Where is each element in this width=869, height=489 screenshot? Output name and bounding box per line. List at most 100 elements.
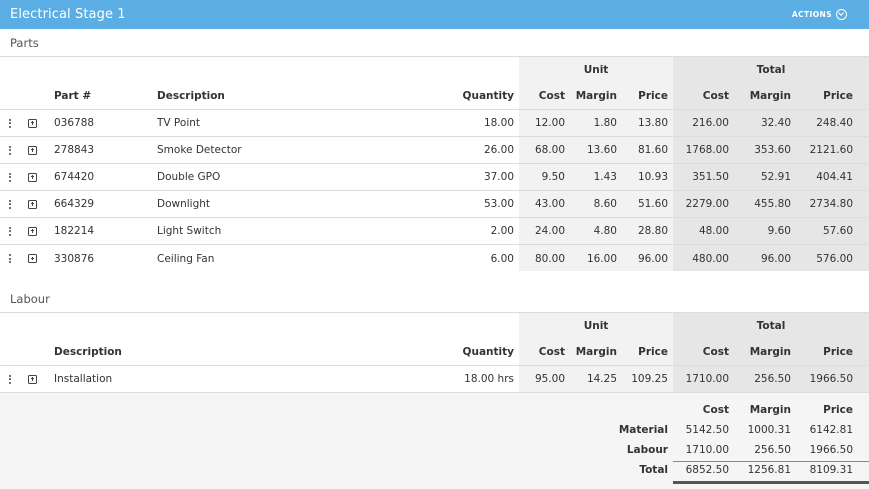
column-header-total-margin[interactable]: Margin [729, 339, 791, 365]
unit-margin-cell[interactable]: 8.60 [565, 191, 617, 217]
part-description: Double GPO [157, 171, 221, 183]
part-description: TV Point [157, 117, 201, 129]
row-menu-icon[interactable] [9, 366, 11, 392]
unit-cost-cell[interactable]: 24.00 [519, 218, 565, 244]
unit-margin-cell[interactable]: 1.80 [565, 110, 617, 136]
part-number: 182214 [54, 225, 95, 237]
column-header-description[interactable]: Description [157, 83, 225, 109]
row-menu-icon[interactable] [9, 164, 11, 190]
quantity-cell[interactable]: 2.00 [440, 218, 514, 244]
table-row[interactable]: 664329 Downlight 53.00 43.00 8.60 51.60 2279.0… [0, 191, 869, 218]
unit-price-cell: 96.00 [637, 252, 668, 265]
table-row[interactable]: 036788 TV Point 18.00 12.00 1.80 13.80 216.00 3… [0, 110, 869, 137]
quantity-cell[interactable]: 26.00 [440, 137, 514, 163]
summary-row-label: Total [639, 464, 668, 476]
summary-price-value: 1966.50 [809, 444, 853, 456]
unit-cost-cell[interactable]: 12.00 [519, 110, 565, 136]
quantity-cell[interactable]: 6.00 [440, 245, 514, 272]
labour-description: Installation [54, 373, 113, 385]
total-margin-cell: 32.40 [760, 117, 791, 129]
actions-label: ACTIONS [791, 10, 832, 19]
summary-header-price: Price [823, 404, 853, 416]
expand-row-icon[interactable] [28, 164, 37, 190]
unit-price-cell: 10.93 [637, 171, 668, 183]
unit-cost-cell[interactable]: 95.00 [519, 366, 565, 392]
unit-cost-cell[interactable]: 9.50 [519, 164, 565, 190]
column-header-unit-price[interactable]: Price [617, 339, 668, 365]
quantity-cell[interactable]: 37.00 [440, 164, 514, 190]
column-header-quantity[interactable]: Quantity [440, 83, 514, 109]
row-menu-icon[interactable] [9, 191, 11, 217]
total-margin-cell: 52.91 [760, 171, 791, 183]
part-description: Ceiling Fan [157, 252, 215, 265]
actions-button[interactable]: ACTIONS [792, 9, 847, 20]
column-header-total-cost[interactable]: Cost [673, 339, 729, 365]
total-margin-cell: 9.60 [767, 225, 791, 237]
unit-margin-cell[interactable]: 4.80 [565, 218, 617, 244]
summary-price-value: 6142.81 [809, 424, 853, 436]
unit-margin-cell[interactable]: 16.00 [565, 245, 617, 272]
row-menu-icon[interactable] [9, 137, 11, 163]
summary-cost-value: 6852.50 [685, 464, 729, 476]
expand-row-icon[interactable] [28, 218, 37, 244]
unit-group-header: Unit [583, 319, 609, 332]
expand-row-icon[interactable] [28, 137, 37, 163]
table-row[interactable]: 330876 Ceiling Fan 6.00 80.00 16.00 96.00 480.… [0, 245, 869, 272]
total-cost-cell: 480.00 [692, 252, 729, 265]
unit-cost-cell[interactable]: 68.00 [519, 137, 565, 163]
column-header-row: Description Quantity Cost Margin Price C… [0, 339, 869, 366]
row-menu-icon[interactable] [9, 110, 11, 136]
column-header-unit-price[interactable]: Price [617, 83, 668, 109]
column-header-description[interactable]: Description [54, 339, 122, 365]
table-row[interactable]: 182214 Light Switch 2.00 24.00 4.80 28.80 48.0… [0, 218, 869, 245]
expand-row-icon[interactable] [28, 110, 37, 136]
column-header-total-price[interactable]: Price [791, 83, 853, 109]
column-header-total-cost[interactable]: Cost [673, 83, 729, 109]
column-header-quantity[interactable]: Quantity [440, 339, 514, 365]
part-number: 278843 [54, 144, 95, 156]
total-cost-cell: 48.00 [698, 225, 729, 237]
expand-row-icon[interactable] [28, 191, 37, 217]
table-row[interactable]: Installation 18.00 hrs 95.00 14.25 109.25 171… [0, 366, 869, 393]
unit-price-cell: 13.80 [637, 117, 668, 129]
column-header-total-price[interactable]: Price [791, 339, 853, 365]
column-header-unit-cost[interactable]: Cost [519, 83, 565, 109]
quantity-cell[interactable]: 53.00 [440, 191, 514, 217]
part-number: 674420 [54, 171, 95, 183]
table-row[interactable]: 674420 Double GPO 37.00 9.50 1.43 10.93 351.50… [0, 164, 869, 191]
part-number: 330876 [54, 252, 95, 265]
quantity-cell[interactable]: 18.00 [440, 110, 514, 136]
column-header-part[interactable]: Part # [54, 83, 91, 109]
parts-section-title: Parts [10, 36, 39, 50]
row-menu-icon[interactable] [9, 218, 11, 244]
total-cost-cell: 216.00 [692, 117, 729, 129]
total-price-cell: 248.40 [816, 117, 853, 129]
column-header-unit-cost[interactable]: Cost [519, 339, 565, 365]
expand-row-icon[interactable] [28, 366, 37, 392]
total-price-cell: 404.41 [816, 171, 853, 183]
column-header-unit-margin[interactable]: Margin [565, 339, 617, 365]
unit-margin-cell[interactable]: 14.25 [565, 366, 617, 392]
total-margin-cell: 96.00 [760, 252, 791, 265]
total-price-cell: 2121.60 [809, 144, 853, 156]
summary-margin-value: 256.50 [754, 444, 791, 456]
unit-margin-cell[interactable]: 13.60 [565, 137, 617, 163]
unit-cost-cell[interactable]: 80.00 [519, 245, 565, 272]
quantity-cell[interactable]: 18.00 hrs [430, 366, 514, 392]
title-bar: Electrical Stage 1 ACTIONS [0, 0, 869, 29]
unit-cost-cell[interactable]: 43.00 [519, 191, 565, 217]
part-description: Light Switch [157, 225, 222, 237]
total-price-cell: 1966.50 [809, 373, 853, 385]
table-row[interactable]: 278843 Smoke Detector 26.00 68.00 13.60 81.60… [0, 137, 869, 164]
row-menu-icon[interactable] [9, 245, 11, 272]
column-header-unit-margin[interactable]: Margin [565, 83, 617, 109]
column-header-total-margin[interactable]: Margin [729, 83, 791, 109]
summary-header-margin: Margin [749, 404, 791, 416]
summary-margin-value: 1000.31 [747, 424, 791, 436]
total-underline [673, 481, 869, 484]
page-title: Electrical Stage 1 [10, 7, 126, 22]
unit-margin-cell[interactable]: 1.43 [565, 164, 617, 190]
labour-section-title: Labour [10, 292, 50, 306]
expand-row-icon[interactable] [28, 245, 37, 272]
column-header-row: Part # Description Quantity Cost Margin … [0, 83, 869, 110]
